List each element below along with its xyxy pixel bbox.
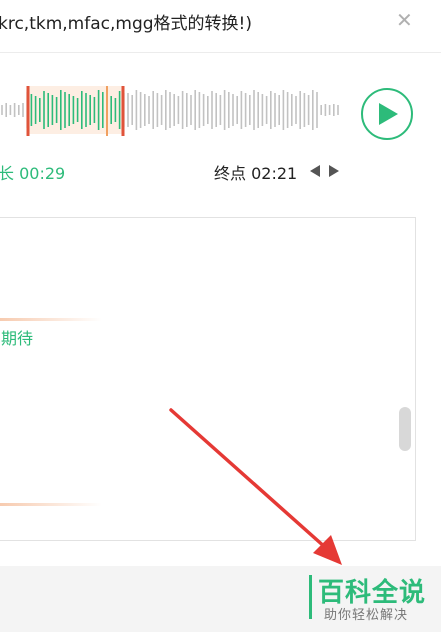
dialog-title: krc,tkm,mfac,mgg格式的转换!) (0, 14, 252, 34)
watermark-subtitle: 助你轻松解决 (324, 608, 409, 623)
watermark-bar (309, 575, 312, 619)
playhead-marker[interactable] (106, 86, 108, 136)
play-icon (379, 103, 398, 125)
duration-readout: 长 00:29 (0, 164, 66, 183)
selection-region (28, 86, 123, 134)
scrollbar-thumb[interactable] (399, 407, 411, 451)
highlight-line (0, 318, 102, 321)
audio-waveform[interactable] (0, 80, 350, 140)
header-divider (0, 52, 441, 53)
content-panel (0, 217, 416, 541)
caret-right-icon[interactable] (328, 164, 340, 178)
play-button[interactable] (361, 88, 413, 140)
start-marker[interactable] (26, 86, 30, 136)
close-icon[interactable]: ✕ (396, 8, 413, 32)
panel-text: 期待 (1, 329, 34, 348)
caret-left-icon[interactable] (309, 164, 321, 178)
end-point-readout: 终点 02:21 (214, 164, 298, 183)
end-marker[interactable] (121, 86, 125, 136)
highlight-line (0, 503, 102, 506)
